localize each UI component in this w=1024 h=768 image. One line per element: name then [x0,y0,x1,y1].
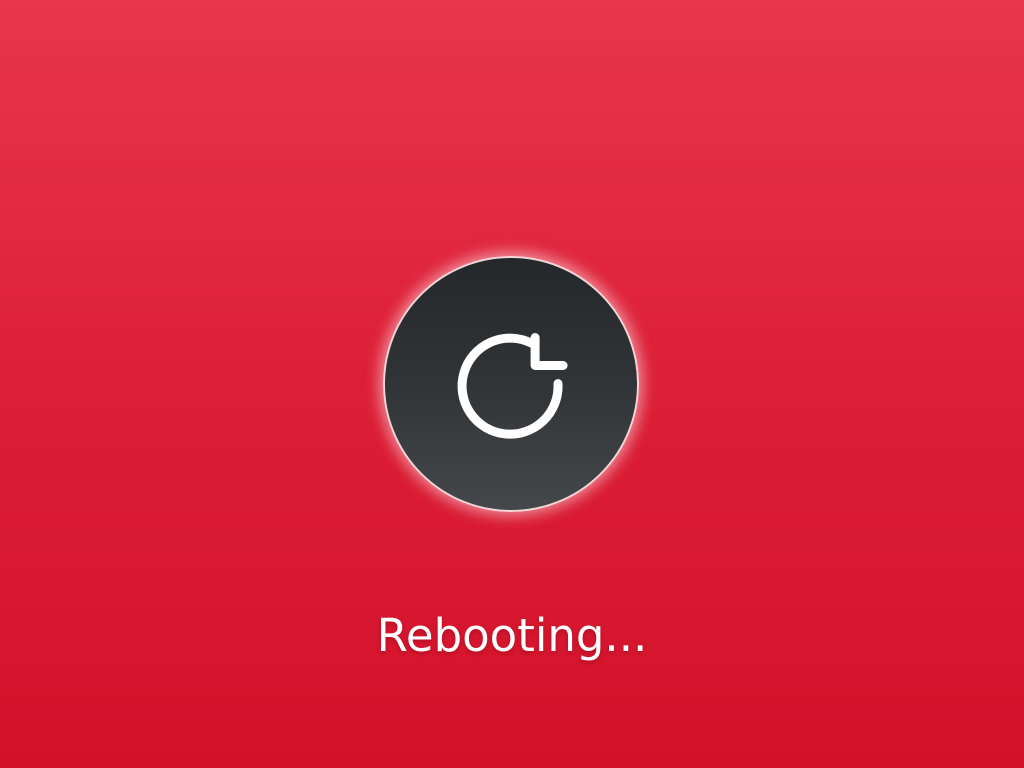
reboot-screen: Rebooting... [0,0,1024,768]
rebooting-status-text: Rebooting... [376,609,648,662]
reboot-icon [457,333,568,439]
reboot-status-circle [383,256,639,512]
